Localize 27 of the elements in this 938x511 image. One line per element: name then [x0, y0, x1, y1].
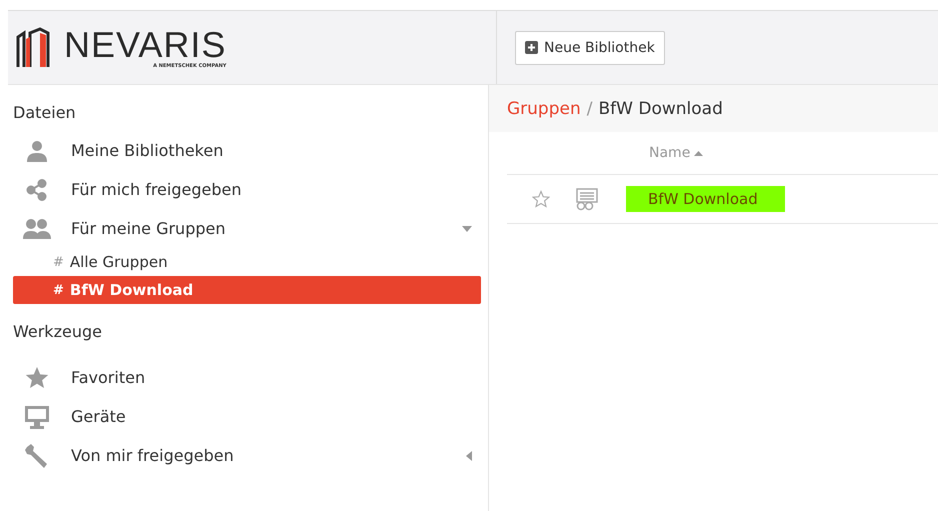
sidebar-item[interactable]: Für mich freigegeben	[71, 180, 472, 199]
sidebar-subitem[interactable]: # BfW Download	[13, 276, 481, 304]
logo-wordmark: NEVARIS	[64, 26, 226, 64]
monitor-icon	[24, 404, 50, 428]
person-icon	[26, 140, 48, 162]
sidebar-item[interactable]: Meine Bibliotheken	[71, 141, 472, 160]
breadcrumb-current: BfW Download	[598, 98, 723, 118]
star-icon	[25, 366, 49, 390]
plus-icon	[525, 41, 538, 54]
sidebar-item[interactable]: Favoriten	[71, 368, 472, 387]
sidebar-item[interactable]: Für meine Gruppen	[71, 219, 462, 238]
breadcrumb-link[interactable]: Gruppen	[507, 98, 581, 118]
caret-down-icon[interactable]	[462, 226, 472, 232]
new-library-button[interactable]: Neue Bibliothek	[515, 30, 665, 64]
star-icon[interactable]	[532, 190, 550, 208]
caret-left-icon[interactable]	[466, 450, 472, 460]
sidebar-subitem[interactable]: # Alle Gruppen	[13, 248, 481, 276]
wrench-icon	[25, 442, 49, 468]
sidebar-item[interactable]: Geräte	[71, 407, 472, 426]
section-title: Werkzeuge	[13, 322, 103, 343]
group-icon	[23, 218, 51, 240]
share-icon	[26, 178, 48, 200]
section-title: Dateien	[13, 103, 77, 124]
library-icon	[574, 187, 600, 211]
sidebar-item[interactable]: Von mir freigegeben	[71, 446, 466, 465]
breadcrumb-separator: /	[586, 98, 592, 118]
library-name[interactable]: BfW Download	[626, 186, 785, 212]
